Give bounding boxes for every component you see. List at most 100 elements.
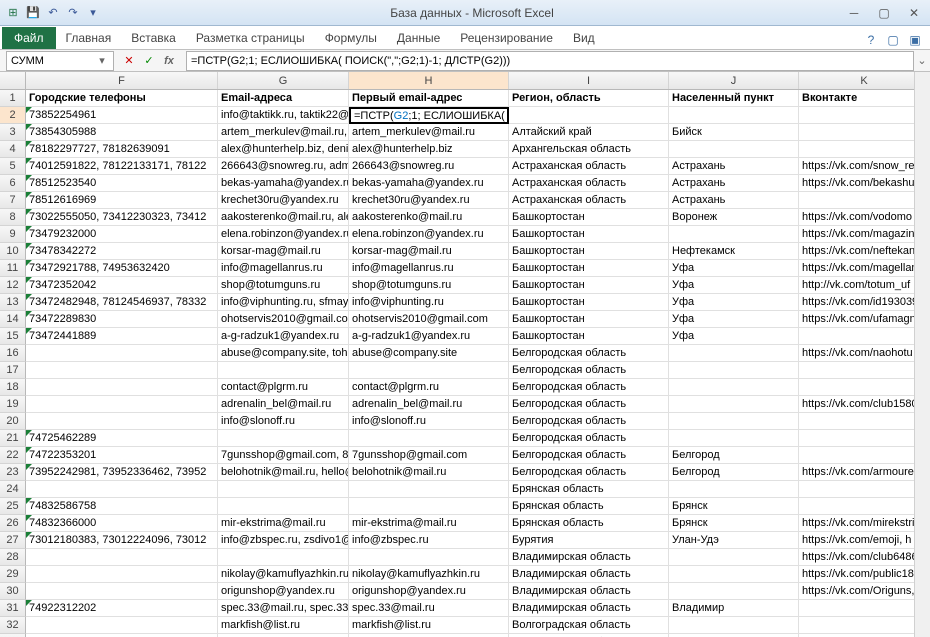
cell[interactable]: nikolay@kamuflyazhkin.ru [349, 566, 509, 583]
cell[interactable] [669, 566, 799, 583]
cell[interactable]: 74012591822, 78122133171, 78122 [26, 158, 218, 175]
cell[interactable]: aakosterenko@mail.ru [349, 209, 509, 226]
cell[interactable] [26, 481, 218, 498]
cell[interactable]: alex@hunterhelp.biz [349, 141, 509, 158]
cell[interactable]: Населенный пункт [669, 90, 799, 107]
cell[interactable] [669, 481, 799, 498]
cell[interactable]: Уфа [669, 311, 799, 328]
cell[interactable]: krechet30ru@yandex.ru [349, 192, 509, 209]
cell[interactable]: Уфа [669, 260, 799, 277]
cell[interactable]: origunshop@yandex.ru [218, 583, 349, 600]
cell[interactable]: origunshop@yandex.ru [349, 583, 509, 600]
cell[interactable]: https://vk.com/ufamagn [799, 311, 930, 328]
cell[interactable]: contact@plgrm.ru [218, 379, 349, 396]
name-box[interactable]: СУММ ▾ [6, 51, 114, 71]
row-header[interactable]: 31 [0, 600, 26, 617]
row-header[interactable]: 7 [0, 192, 26, 209]
row-header[interactable]: 10 [0, 243, 26, 260]
cell[interactable] [799, 430, 930, 447]
cell[interactable]: 73472441889 [26, 328, 218, 345]
ribbon-tab[interactable]: Разметка страницы [186, 27, 315, 49]
cell[interactable]: Вконтакте [799, 90, 930, 107]
help-icon[interactable]: ? [862, 31, 880, 49]
cell[interactable]: Астрахань [669, 158, 799, 175]
cell[interactable]: Бурятия [509, 532, 669, 549]
cell[interactable]: info@magellanrus.ru [349, 260, 509, 277]
cell[interactable]: Брянск [669, 498, 799, 515]
cell[interactable] [669, 396, 799, 413]
cell[interactable]: 74722353201 [26, 447, 218, 464]
cell[interactable]: 266643@snowreg.ru, admin@r [218, 158, 349, 175]
cell[interactable]: spec.33@mail.ru [349, 600, 509, 617]
cell[interactable]: adrenalin_bel@mail.ru [349, 396, 509, 413]
cell[interactable] [26, 345, 218, 362]
cell[interactable]: shop@totumguns.ru [218, 277, 349, 294]
cell[interactable]: Брянск [669, 515, 799, 532]
cell[interactable]: 74922312202 [26, 600, 218, 617]
row-header[interactable]: 16 [0, 345, 26, 362]
cell[interactable]: Белгородская область [509, 430, 669, 447]
cell[interactable]: https://vk.com/club64866 [799, 549, 930, 566]
cell[interactable]: Владимирская область [509, 583, 669, 600]
ribbon-tab[interactable]: Рецензирование [450, 27, 563, 49]
row-header[interactable]: 17 [0, 362, 26, 379]
cell[interactable] [218, 362, 349, 379]
cell[interactable] [669, 413, 799, 430]
cell[interactable]: ohotservis2010@gmail.com [218, 311, 349, 328]
cell[interactable]: Башкортостан [509, 226, 669, 243]
cell[interactable] [799, 141, 930, 158]
cell[interactable] [669, 141, 799, 158]
row-header[interactable]: 2 [0, 107, 26, 124]
cell[interactable]: 73022555050, 73412230323, 73412 [26, 209, 218, 226]
name-box-dropdown-icon[interactable]: ▾ [95, 54, 109, 67]
cell[interactable]: 7gunsshop@gmail.com, 84722353 [218, 447, 349, 464]
cell[interactable] [669, 107, 799, 124]
cell[interactable]: info@slonoff.ru [218, 413, 349, 430]
column-header[interactable]: J [669, 72, 799, 89]
cell[interactable]: 78512616969 [26, 192, 218, 209]
cell[interactable]: shop@totumguns.ru [349, 277, 509, 294]
cell[interactable]: Владимирская область [509, 600, 669, 617]
row-header[interactable]: 21 [0, 430, 26, 447]
cell[interactable]: nikolay@kamuflyazhkin.ru [218, 566, 349, 583]
cell[interactable] [669, 617, 799, 634]
cell[interactable]: elena.robinzon@yandex.ru [349, 226, 509, 243]
cell[interactable]: info@viphunting.ru [349, 294, 509, 311]
cell[interactable] [509, 107, 669, 124]
cell[interactable]: Белгородская область [509, 362, 669, 379]
cell[interactable]: Email-адреса [218, 90, 349, 107]
cell[interactable]: 73952242981, 73952336462, 73952 [26, 464, 218, 481]
column-header[interactable]: H [349, 72, 509, 89]
cell[interactable]: Башкортостан [509, 277, 669, 294]
cell[interactable] [799, 107, 930, 124]
cell[interactable] [799, 379, 930, 396]
cell[interactable] [669, 226, 799, 243]
ribbon-restore-icon[interactable]: ▣ [906, 31, 924, 49]
cell[interactable]: Владимир [669, 600, 799, 617]
column-header[interactable]: F [26, 72, 218, 89]
cell[interactable]: 78512523540 [26, 175, 218, 192]
minimize-button[interactable]: ─ [842, 5, 866, 21]
cell[interactable]: Владимирская область [509, 549, 669, 566]
cell[interactable]: adrenalin_bel@mail.ru [218, 396, 349, 413]
cell[interactable]: http://vk.com/totum_uf [799, 277, 930, 294]
cell[interactable]: https://vk.com/armoure [799, 464, 930, 481]
row-header[interactable]: 4 [0, 141, 26, 158]
cell[interactable] [218, 549, 349, 566]
cell[interactable]: Брянская область [509, 498, 669, 515]
row-header[interactable]: 12 [0, 277, 26, 294]
cell[interactable]: =ПСТР(G2;1; ЕСЛИОШИБКА( ПОИСК(",";G2;1)-… [349, 107, 509, 124]
cell[interactable]: Белгородская область [509, 379, 669, 396]
cell[interactable]: info@zbspec.ru, zsdivo1@mail. [218, 532, 349, 549]
cell[interactable] [799, 617, 930, 634]
cell[interactable]: Алтайский край [509, 124, 669, 141]
close-button[interactable]: ✕ [902, 5, 926, 21]
cell[interactable] [799, 498, 930, 515]
cell[interactable]: mir-ekstrima@mail.ru [218, 515, 349, 532]
cell[interactable] [26, 396, 218, 413]
row-header[interactable]: 27 [0, 532, 26, 549]
cell[interactable] [799, 362, 930, 379]
row-header[interactable]: 19 [0, 396, 26, 413]
cell[interactable]: artem_merkulev@mail.ru [349, 124, 509, 141]
cell[interactable]: 73012180383, 73012224096, 73012 [26, 532, 218, 549]
